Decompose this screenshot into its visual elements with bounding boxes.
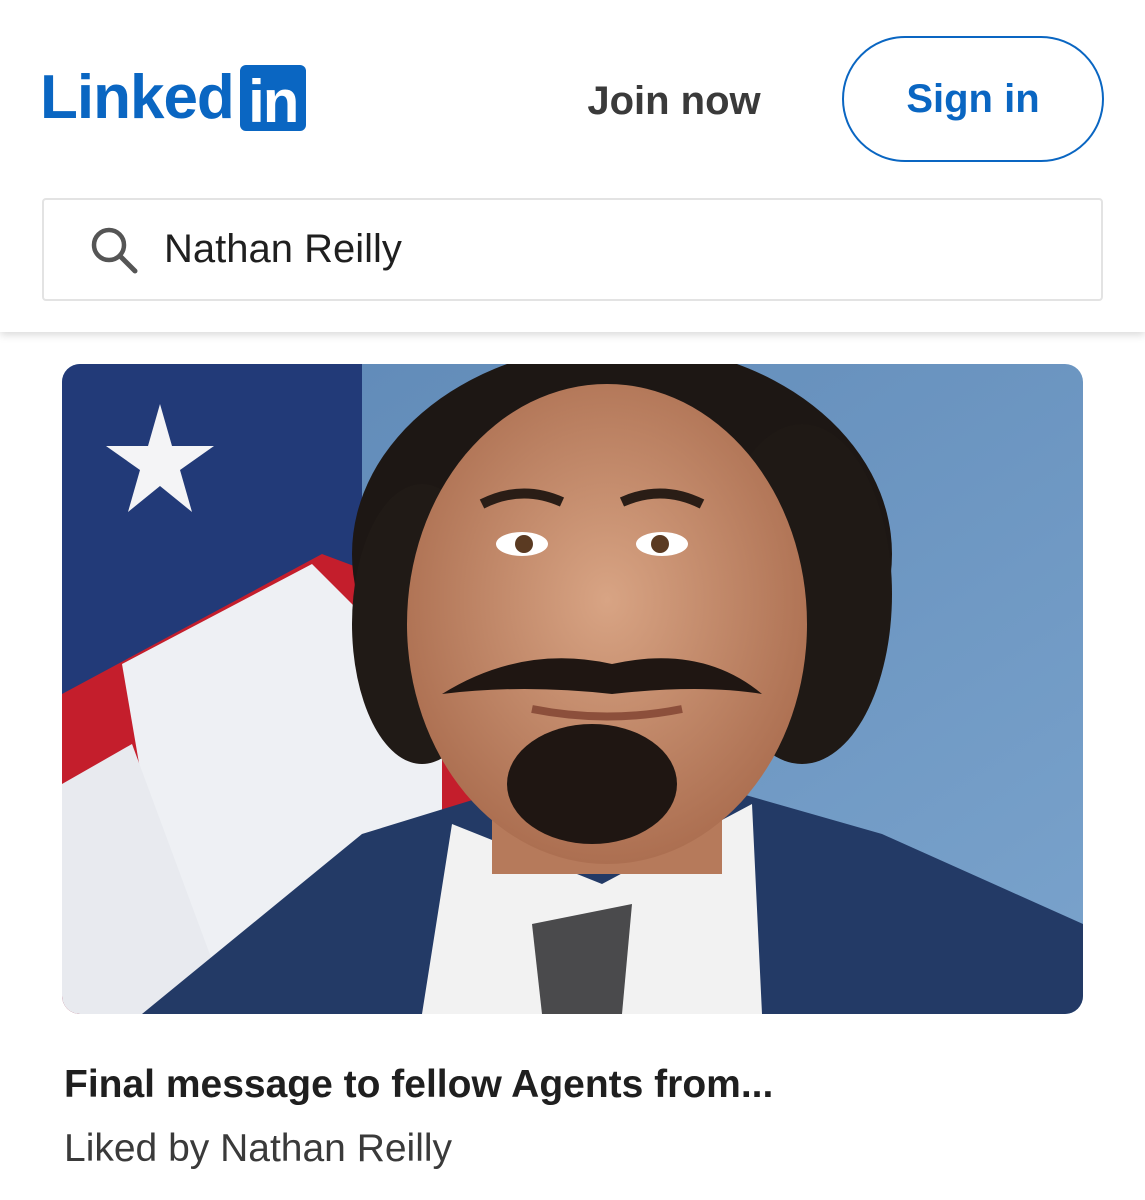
post-thumbnail-image[interactable] (62, 364, 1083, 1014)
top-header: Linked in Join now Sign in (0, 0, 1145, 332)
search-icon (91, 227, 138, 274)
logo-in-box: in (239, 65, 306, 135)
join-now-link[interactable]: Join now (560, 68, 788, 134)
search-bar[interactable] (42, 198, 1103, 301)
post-liked-by: Liked by Nathan Reilly (64, 1127, 453, 1170)
portrait-photo (62, 364, 1083, 1014)
search-input[interactable] (164, 200, 1064, 299)
logo-wordmark: Linked (40, 63, 235, 132)
post-title[interactable]: Final message to fellow Agents from... (64, 1058, 1084, 1112)
sign-in-button[interactable]: Sign in (842, 36, 1104, 162)
linkedin-logo[interactable]: Linked in (40, 63, 306, 135)
